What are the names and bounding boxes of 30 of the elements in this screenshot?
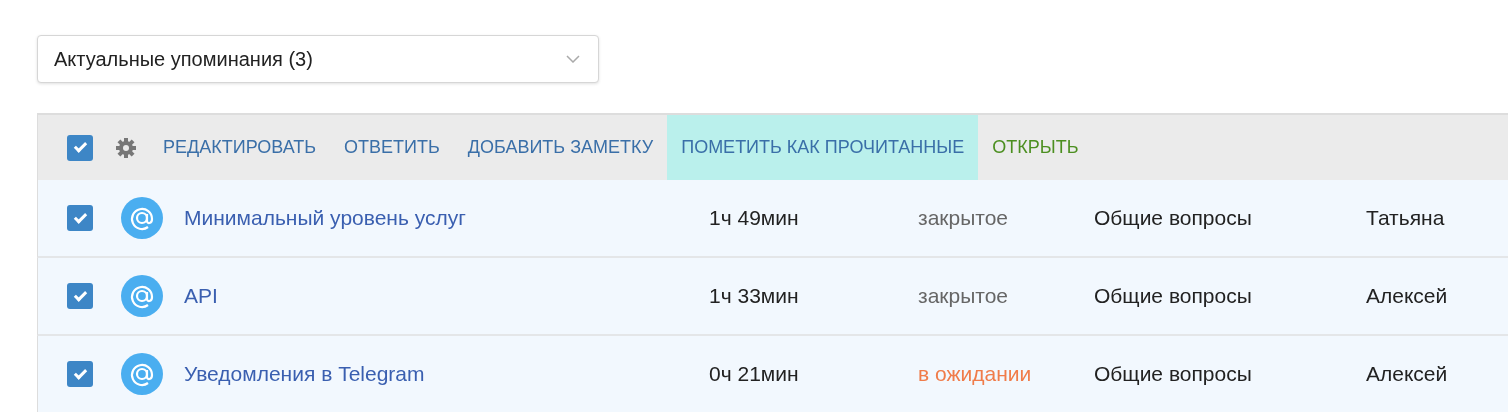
toolbar-action[interactable]: ОТВЕТИТЬ [330, 115, 454, 180]
ticket-title[interactable]: Минимальный уровень услуг [184, 202, 709, 234]
toolbar-action[interactable]: ОТКРЫТЬ [978, 115, 1093, 180]
checkbox[interactable] [67, 134, 93, 161]
mention-icon [121, 275, 163, 317]
assignee-cell-text: Алексей [1366, 361, 1448, 388]
mention-icon [121, 353, 163, 395]
toolbar-action[interactable]: ПОМЕТИТЬ КАК ПРОЧИТАННЫЕ [667, 115, 979, 180]
assignee-cell-text: Алексей [1366, 283, 1448, 310]
chevron-icon [566, 55, 580, 63]
checkbox[interactable] [67, 283, 93, 309]
mention-icon [121, 197, 163, 239]
assignee-cell-text: Татьяна [1366, 205, 1445, 232]
category-cell-text: Общие вопросы [1094, 283, 1253, 310]
category-cell-text: Общие вопросы [1094, 205, 1253, 232]
checkbox[interactable] [67, 205, 93, 231]
time-cell-text: 1ч 33мин [709, 283, 800, 310]
settings-icon[interactable] [115, 136, 137, 159]
time-cell-text: 0ч 21мин [709, 361, 800, 388]
toolbar-action[interactable]: ДОБАВИТЬ ЗАМЕТКУ [453, 115, 668, 180]
status-cell-text: закрытое [918, 283, 1009, 310]
category-cell-text: Общие вопросы [1094, 361, 1253, 388]
filter-dropdown[interactable]: Актуальные упоминания (3) [37, 35, 599, 83]
status-cell-text: закрытое [918, 205, 1009, 232]
status-cell-text: в ожидании [918, 361, 1033, 388]
ticket-title[interactable]: API [184, 280, 709, 312]
checkbox[interactable] [67, 361, 93, 387]
ticket-title[interactable]: Уведомления в Telegram [184, 358, 709, 390]
time-cell-text: 1ч 49мин [709, 205, 800, 232]
toolbar-action[interactable]: РЕДАКТИРОВАТЬ [149, 115, 331, 180]
